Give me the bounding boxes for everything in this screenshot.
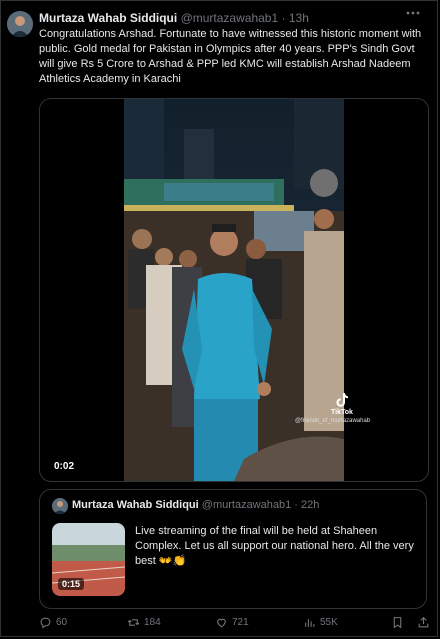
quoted-video-duration: 0:15	[58, 578, 85, 590]
time-separator: ·	[281, 11, 286, 25]
tweet-text: Congratulations Arshad. Fortunate to hav…	[39, 28, 422, 85]
quoted-author-name[interactable]: Murtaza Wahab Siddiqui	[72, 499, 199, 511]
tiktok-icon	[336, 393, 348, 407]
tweet-header: Murtaza Wahab Siddiqui @murtazawahab1 · …	[39, 11, 309, 25]
share-button[interactable]	[417, 616, 430, 629]
quoted-author-handle[interactable]: @murtazawahab1	[202, 499, 291, 511]
tiktok-label: TikTok	[331, 409, 353, 416]
reply-count: 60	[56, 617, 68, 628]
bookmark-button[interactable]	[391, 616, 404, 629]
video-duration: 0:02	[50, 460, 79, 473]
author-avatar[interactable]	[7, 11, 33, 37]
bookmark-icon	[393, 617, 402, 629]
reply-button[interactable]: 60	[39, 616, 67, 629]
like-count: 721	[232, 617, 249, 628]
reply-icon	[40, 617, 51, 629]
tiktok-handle: @friends_of_murtazawahab	[295, 418, 371, 424]
views-button[interactable]: 55K	[303, 616, 338, 629]
retweet-icon	[127, 619, 140, 626]
video-player[interactable]: TikTok @friends_of_murtazawahab 0:02	[39, 98, 429, 482]
action-bar: 60 184 721 55K	[39, 616, 431, 634]
tiktok-watermark: TikTok	[312, 393, 372, 416]
quoted-time[interactable]: 22h	[301, 499, 319, 511]
views-icon	[305, 619, 315, 627]
tweet[interactable]: Murtaza Wahab Siddiqui @murtazawahab1 · …	[0, 0, 438, 637]
tweet-time[interactable]: 13h	[289, 11, 309, 25]
quoted-tweet[interactable]: Murtaza Wahab Siddiqui @murtazawahab1 · …	[39, 489, 427, 609]
quoted-text: Live streaming of the final will be held…	[135, 525, 414, 567]
like-button[interactable]: 721	[215, 616, 249, 629]
author-handle[interactable]: @murtazawahab1	[181, 11, 279, 25]
retweet-count: 184	[144, 617, 161, 628]
retweet-button[interactable]: 184	[127, 616, 161, 629]
author-name[interactable]: Murtaza Wahab Siddiqui	[39, 11, 177, 25]
heart-icon	[217, 618, 226, 628]
quoted-time-separator: ·	[294, 499, 298, 511]
quoted-video-thumbnail[interactable]: 0:15	[52, 523, 125, 596]
quoted-author-avatar[interactable]	[52, 498, 68, 514]
view-count: 55K	[320, 617, 338, 628]
more-icon[interactable]	[405, 5, 421, 26]
quoted-header: Murtaza Wahab Siddiqui @murtazawahab1 · …	[72, 499, 319, 511]
share-icon	[418, 616, 429, 628]
